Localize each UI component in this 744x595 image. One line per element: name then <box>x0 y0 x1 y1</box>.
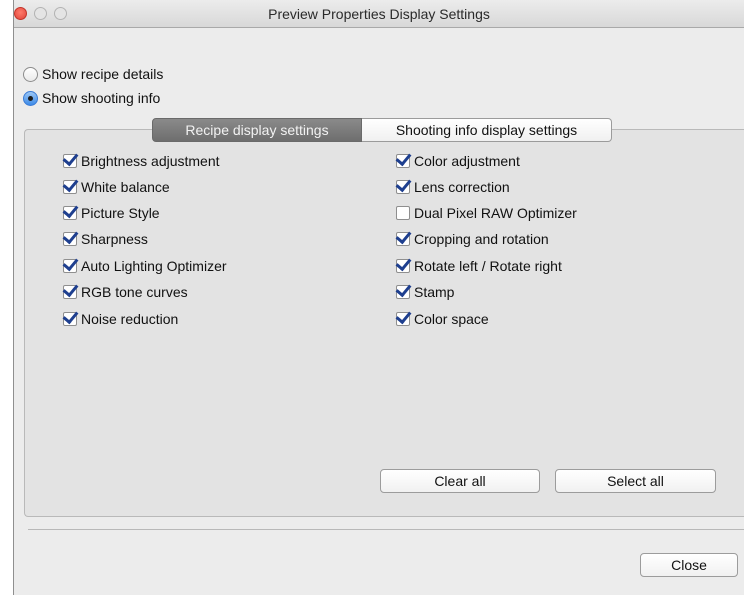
checkbox-checked-icon[interactable] <box>63 206 77 220</box>
radio-unselected-icon[interactable] <box>23 66 38 82</box>
checkbox-auto-lighting-optimizer[interactable]: Auto Lighting Optimizer <box>63 256 227 276</box>
checkbox-brightness-adjustment[interactable]: Brightness adjustment <box>63 151 220 171</box>
title-bar: Preview Properties Display Settings <box>14 0 744 28</box>
checkbox-lens-correction[interactable]: Lens correction <box>396 177 510 197</box>
checkbox-checked-icon[interactable] <box>63 154 77 168</box>
checkbox-color-space[interactable]: Color space <box>396 309 489 329</box>
clear-all-button[interactable]: Clear all <box>380 469 540 493</box>
checkbox-color-adjustment[interactable]: Color adjustment <box>396 151 520 171</box>
checkbox-label: Noise reduction <box>81 311 179 327</box>
radio-show-shooting-info[interactable]: Show shooting info <box>23 88 160 108</box>
checkbox-white-balance[interactable]: White balance <box>63 177 170 197</box>
footer-separator <box>28 529 744 530</box>
radio-show-recipe-details[interactable]: Show recipe details <box>23 64 163 84</box>
tab-recipe-display-settings[interactable]: Recipe display settings <box>152 118 362 142</box>
checkbox-label: Stamp <box>414 284 455 300</box>
checkbox-label: Color adjustment <box>414 153 520 169</box>
checkbox-label: Color space <box>414 311 489 327</box>
checkbox-label: Sharpness <box>81 231 148 247</box>
close-button[interactable]: Close <box>640 553 738 577</box>
settings-tab-bar: Recipe display settings Shooting info di… <box>152 118 612 142</box>
checkbox-cropping-and-rotation[interactable]: Cropping and rotation <box>396 229 549 249</box>
tab-shooting-info-display-settings[interactable]: Shooting info display settings <box>362 118 612 142</box>
checkbox-checked-icon[interactable] <box>396 154 410 168</box>
checkbox-sharpness[interactable]: Sharpness <box>63 229 148 249</box>
checkbox-label: Dual Pixel RAW Optimizer <box>414 205 577 221</box>
checkbox-checked-icon[interactable] <box>396 259 410 273</box>
checkbox-label: Cropping and rotation <box>414 231 549 247</box>
checkbox-noise-reduction[interactable]: Noise reduction <box>63 309 178 329</box>
select-all-button[interactable]: Select all <box>555 469 716 493</box>
checkbox-checked-icon[interactable] <box>63 285 77 299</box>
window-title: Preview Properties Display Settings <box>268 6 490 22</box>
checkbox-label: Picture Style <box>81 205 160 221</box>
checkbox-checked-icon[interactable] <box>396 312 410 326</box>
checkbox-checked-icon[interactable] <box>396 232 410 246</box>
checkbox-label: Lens correction <box>414 179 510 195</box>
radio-selected-icon[interactable] <box>23 90 38 106</box>
checkbox-label: Rotate left / Rotate right <box>414 258 562 274</box>
checkbox-checked-icon[interactable] <box>63 232 77 246</box>
radio-label: Show recipe details <box>42 66 164 82</box>
checkbox-checked-icon[interactable] <box>63 259 77 273</box>
checkbox-unchecked-icon[interactable] <box>396 206 410 220</box>
checkbox-label: White balance <box>81 179 170 195</box>
checkbox-rotate-left-right[interactable]: Rotate left / Rotate right <box>396 256 562 276</box>
checkbox-checked-icon[interactable] <box>63 180 77 194</box>
checkbox-checked-icon[interactable] <box>396 285 410 299</box>
radio-label: Show shooting info <box>42 90 161 106</box>
checkbox-label: RGB tone curves <box>81 284 188 300</box>
checkbox-dual-pixel-raw-optimizer[interactable]: Dual Pixel RAW Optimizer <box>396 203 577 223</box>
checkbox-picture-style[interactable]: Picture Style <box>63 203 160 223</box>
checkbox-label: Auto Lighting Optimizer <box>81 258 227 274</box>
checkbox-label: Brightness adjustment <box>81 153 220 169</box>
checkbox-checked-icon[interactable] <box>63 312 77 326</box>
checkbox-checked-icon[interactable] <box>396 180 410 194</box>
checkbox-stamp[interactable]: Stamp <box>396 282 454 302</box>
checkbox-rgb-tone-curves[interactable]: RGB tone curves <box>63 282 188 302</box>
